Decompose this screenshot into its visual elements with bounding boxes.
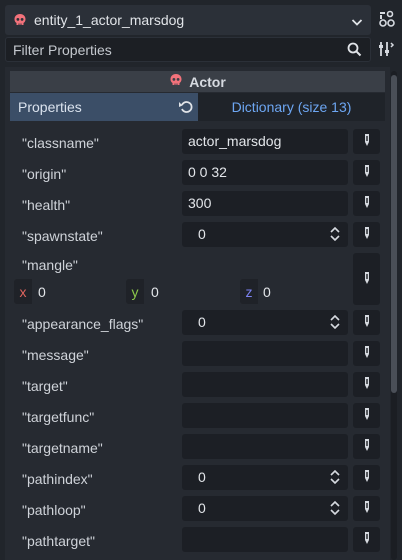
tab-properties-label: Properties (18, 99, 82, 115)
property-value-field[interactable] (182, 403, 348, 428)
filter-placeholder: Filter Properties (13, 42, 112, 58)
property-value: 300 (188, 195, 212, 211)
pencil-icon (363, 407, 371, 424)
property-value: 0 0 32 (188, 164, 227, 180)
pencil-icon (363, 438, 371, 455)
spinner-arrows-icon[interactable] (330, 469, 340, 487)
pencil-icon (363, 133, 371, 150)
property-value: 0 (198, 500, 206, 516)
property-value: 0 (198, 469, 206, 485)
property-key: "pathindex" (22, 471, 93, 487)
edit-button[interactable] (353, 191, 380, 216)
tab-properties[interactable]: Properties (10, 93, 198, 121)
search-icon (347, 42, 362, 60)
edit-button[interactable] (353, 434, 380, 459)
property-key: "health" (22, 197, 71, 213)
skull-icon (169, 73, 183, 90)
property-value: actor_marsdog (188, 133, 282, 149)
property-value-field[interactable] (182, 372, 348, 397)
vector-z-label: z (240, 279, 258, 304)
edit-button[interactable] (353, 403, 380, 428)
property-value-field[interactable] (182, 527, 348, 552)
pencil-icon (363, 345, 371, 362)
inspector-scrollbar[interactable] (391, 71, 397, 560)
property-value-field[interactable]: 300 (182, 191, 348, 216)
property-key: "pathloop" (22, 502, 86, 518)
node-selector-title: entity_1_actor_marsdog (34, 12, 185, 28)
pencil-icon (363, 314, 371, 331)
property-value-field[interactable] (182, 341, 348, 366)
section-title: Actor (189, 73, 226, 90)
edit-button[interactable] (353, 310, 380, 335)
vector-x-label: x (14, 279, 32, 304)
property-key: "appearance_flags" (22, 316, 144, 332)
property-value: 0 (198, 226, 206, 242)
property-int-spinbox[interactable]: 0 (182, 465, 348, 490)
edit-button[interactable] (353, 341, 380, 366)
pencil-icon (363, 531, 371, 548)
edit-button[interactable] (353, 527, 380, 552)
tab-dictionary-label: Dictionary (size 13) (231, 99, 352, 115)
object-help-icon (377, 9, 397, 32)
property-key: "spawnstate" (22, 228, 103, 244)
pencil-icon (363, 271, 371, 288)
tab-dictionary[interactable]: Dictionary (size 13) (198, 93, 385, 121)
actor-section-header[interactable]: Actor (10, 71, 385, 92)
property-value-field[interactable]: actor_marsdog (182, 129, 348, 154)
scrollbar-thumb[interactable] (391, 75, 397, 393)
property-value-field[interactable] (182, 434, 348, 459)
property-key: "target" (22, 378, 68, 394)
property-key: "targetname" (22, 440, 103, 456)
edit-button[interactable] (353, 160, 380, 185)
property-value-field[interactable]: 0 0 32 (182, 160, 348, 185)
property-tabs: Properties Dictionary (size 13) (10, 93, 385, 121)
pencil-icon (363, 226, 371, 243)
filter-properties-input[interactable]: Filter Properties (5, 37, 371, 62)
edit-button[interactable] (353, 253, 380, 305)
node-selector[interactable]: entity_1_actor_marsdog (5, 5, 371, 35)
chevron-down-icon (351, 14, 363, 30)
edit-button[interactable] (353, 129, 380, 154)
property-int-spinbox[interactable]: 0 (182, 496, 348, 521)
filter-row: Filter Properties (0, 37, 402, 65)
skull-icon (13, 13, 27, 30)
pencil-icon (363, 164, 371, 181)
edit-button[interactable] (353, 496, 380, 521)
spinner-arrows-icon[interactable] (330, 226, 340, 244)
property-key: "targetfunc" (22, 409, 95, 425)
property-key: "pathtarget" (22, 533, 95, 549)
vector-z-value[interactable]: 0 (263, 279, 271, 304)
spinner-arrows-icon[interactable] (330, 314, 340, 332)
property-tools-button[interactable] (374, 38, 398, 62)
pencil-icon (363, 195, 371, 212)
edit-button[interactable] (353, 372, 380, 397)
vector-y-value[interactable]: 0 (151, 279, 159, 304)
property-value: 0 (198, 314, 206, 330)
property-key: "message" (22, 347, 89, 363)
edit-button[interactable] (353, 465, 380, 490)
pencil-icon (363, 376, 371, 393)
object-help-button[interactable] (376, 9, 398, 31)
vector-x-value[interactable]: 0 (38, 279, 46, 304)
property-key: "classname" (22, 135, 99, 151)
pencil-icon (363, 469, 371, 486)
node-selector-row: entity_1_actor_marsdog (0, 5, 402, 35)
edit-button[interactable] (353, 222, 380, 247)
pencil-icon (363, 500, 371, 517)
revert-icon[interactable] (178, 99, 194, 118)
property-tools-icon (377, 40, 395, 61)
vector-y-label: y (126, 279, 144, 304)
property-key: "mangle" (22, 257, 78, 273)
property-key: "origin" (22, 166, 67, 182)
spinner-arrows-icon[interactable] (330, 500, 340, 518)
property-int-spinbox[interactable]: 0 (182, 222, 348, 247)
property-int-spinbox[interactable]: 0 (182, 310, 348, 335)
